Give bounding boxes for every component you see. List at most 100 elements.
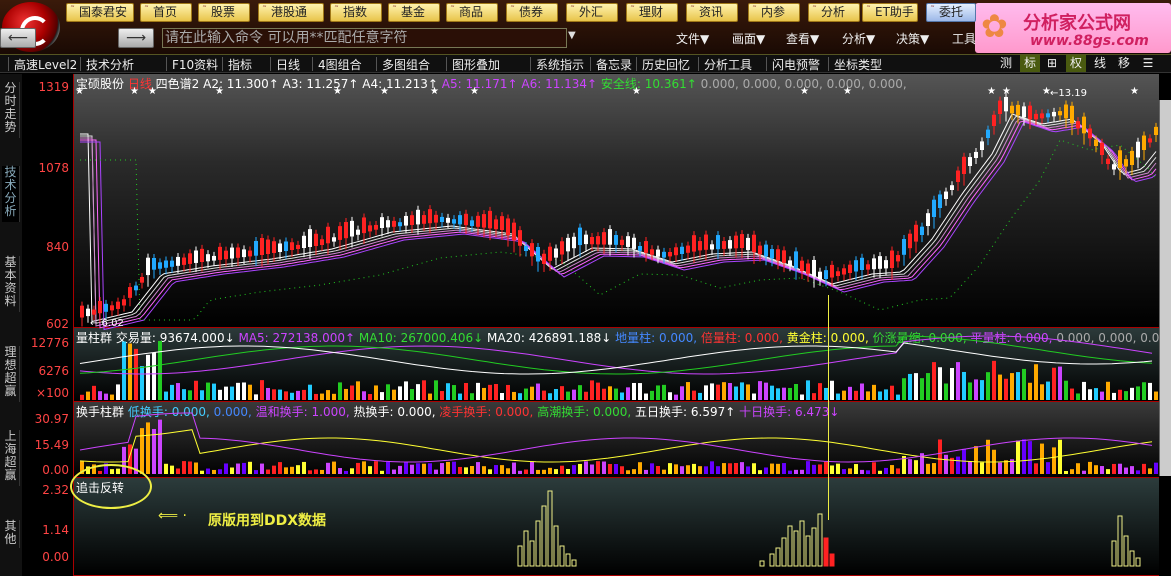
- volume-bar: [1142, 382, 1146, 400]
- reversal-bar: [769, 553, 775, 567]
- turnover-bar: [230, 467, 234, 474]
- turnover-bar: [812, 464, 816, 474]
- turnover-bar: [1106, 469, 1110, 474]
- candle-body: [662, 251, 666, 258]
- candle-body: [470, 220, 474, 226]
- turnover-bar: [662, 469, 666, 474]
- volume-bar: [974, 379, 978, 400]
- turnover-bar: [680, 466, 684, 474]
- volume-bar: [860, 383, 864, 400]
- candle-body: [104, 303, 108, 312]
- turnover-bar: [380, 470, 384, 474]
- candle-body: [260, 238, 264, 255]
- volume-bar: [614, 388, 618, 400]
- turnover-bar: [944, 454, 948, 474]
- turnover-bar: [908, 459, 912, 474]
- turnover-bar: [896, 468, 900, 474]
- volume-bar: [344, 388, 348, 400]
- candle-body: [632, 237, 636, 249]
- volume-bar: [362, 391, 366, 400]
- reversal-bar: [565, 553, 571, 567]
- turnover-bar: [722, 463, 726, 474]
- signal-marker: ★: [380, 86, 389, 97]
- candle-body: [356, 229, 360, 235]
- turnover-bar: [296, 465, 300, 474]
- volume-bar: [830, 380, 834, 400]
- candle-body: [1034, 113, 1038, 120]
- candle-body: [482, 214, 486, 228]
- turnover-bar: [926, 463, 930, 474]
- turnover-bar: [236, 463, 240, 474]
- volume-bar: [554, 389, 558, 400]
- candle-body: [146, 257, 150, 276]
- volume-bar: [740, 382, 744, 400]
- volume-bar: [230, 386, 234, 400]
- volume-bar: [668, 392, 672, 400]
- volume-bar: [962, 371, 966, 400]
- reversal-bar: [1129, 550, 1135, 567]
- candle-body: [536, 246, 540, 262]
- turnover-bar: [518, 470, 522, 474]
- turnover-bar: [152, 428, 156, 474]
- volume-bar: [242, 382, 246, 400]
- volume-bar: [332, 393, 336, 400]
- turnover-bar: [548, 467, 552, 474]
- turnover-bar: [266, 469, 270, 474]
- moving-average-line: [80, 120, 1157, 329]
- candle-body: [422, 215, 426, 224]
- reversal-bar: [775, 547, 781, 567]
- volume-bar: [1148, 382, 1152, 400]
- candle-body: [140, 276, 144, 283]
- volume-bar: [866, 391, 870, 400]
- turnover-bar: [884, 467, 888, 474]
- candle-body: [932, 199, 936, 217]
- candle-body: [278, 243, 282, 252]
- candle-body: [410, 215, 414, 225]
- candle-body: [350, 220, 354, 237]
- volume-bar: [1106, 381, 1110, 400]
- candle-body: [302, 235, 306, 248]
- turnover-bar: [164, 463, 168, 474]
- volume-bar: [638, 383, 642, 400]
- volume-bar: [416, 384, 420, 400]
- candle-body: [212, 255, 216, 261]
- candle-body: [200, 248, 204, 262]
- reversal-bar: [559, 545, 565, 567]
- candle-body: [590, 236, 594, 245]
- candle-body: [782, 250, 786, 263]
- volume-bar: [1136, 386, 1140, 400]
- turnover-bar: [566, 468, 570, 474]
- volume-bar: [548, 393, 552, 400]
- candle-body: [722, 241, 726, 249]
- candle-body: [170, 260, 174, 267]
- candle-body: [920, 226, 924, 235]
- turnover-bar: [140, 428, 144, 474]
- turnover-bar: [1064, 470, 1068, 474]
- turnover-bar: [740, 462, 744, 474]
- candle-body: [1064, 104, 1068, 119]
- vertical-scrollbar[interactable]: [1159, 100, 1171, 476]
- candle-body: [1088, 128, 1092, 139]
- candle-body: [1070, 105, 1074, 124]
- turnover-bar: [1016, 440, 1020, 474]
- signal-marker: ★: [987, 86, 996, 97]
- candle-body: [188, 253, 192, 264]
- volume-bar: [224, 386, 228, 400]
- turnover-bar: [512, 462, 516, 474]
- candle-body: [110, 305, 114, 311]
- candle-body: [572, 236, 576, 249]
- candle-body: [560, 241, 564, 255]
- volume-bar: [1004, 378, 1008, 400]
- candle-body: [446, 217, 450, 223]
- annotation-arrow-icon: ⟸ ·: [158, 508, 187, 524]
- turnover-bar: [554, 469, 558, 474]
- volume-bar: [536, 383, 540, 400]
- candle-body: [902, 239, 906, 255]
- turnover-bar: [242, 462, 246, 474]
- candle-body: [680, 246, 684, 254]
- signal-marker: ★: [215, 86, 224, 97]
- volume-bar: [392, 389, 396, 400]
- candle-body: [176, 256, 180, 266]
- volume-bar: [650, 390, 654, 400]
- turnover-bar: [452, 461, 456, 474]
